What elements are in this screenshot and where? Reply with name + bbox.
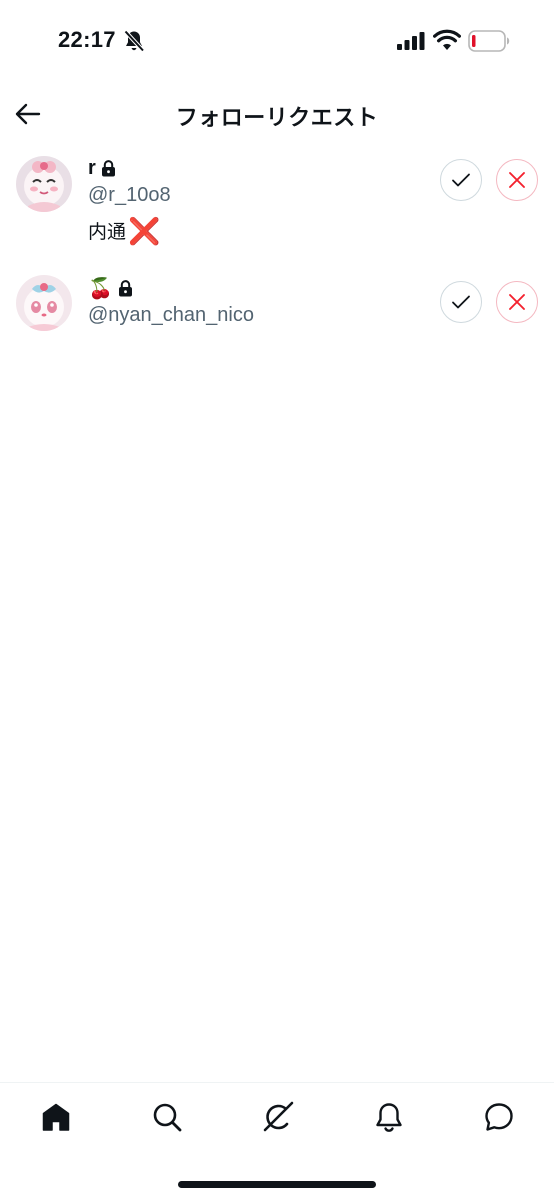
battery-icon: [468, 30, 510, 52]
accept-button[interactable]: [440, 159, 482, 201]
follow-request-item[interactable]: 🍒 @nyan_chan_nico: [0, 270, 554, 350]
nav-search[interactable]: [149, 1099, 185, 1135]
nav-home[interactable]: [38, 1099, 74, 1135]
bottom-nav: [0, 1082, 554, 1200]
home-icon: [42, 1103, 70, 1131]
bio-emoji: ❌: [128, 215, 161, 246]
avatar-image: [16, 156, 72, 212]
avatar-image: [16, 275, 72, 331]
nav-notifications[interactable]: [371, 1099, 407, 1135]
user-info[interactable]: 🍒 @nyan_chan_nico: [88, 274, 254, 327]
lock-icon: [118, 279, 132, 296]
search-icon: [153, 1103, 182, 1132]
decline-button[interactable]: [496, 281, 538, 323]
status-time: 22:17: [58, 27, 116, 52]
wifi-icon: [433, 29, 461, 50]
name-row: r: [88, 154, 171, 182]
x-icon: [509, 294, 525, 310]
x-icon: [509, 172, 525, 188]
handle: @nyan_chan_nico: [88, 304, 254, 326]
avatar[interactable]: [16, 156, 72, 212]
lock-icon: [101, 159, 115, 176]
signal-icon: [397, 32, 425, 50]
nav-messages[interactable]: [481, 1099, 517, 1135]
check-icon: [452, 295, 470, 309]
name-row: 🍒: [88, 274, 254, 302]
bell-icon: [376, 1103, 402, 1132]
follow-request-item[interactable]: r @r_10o8 内通 ❌: [0, 150, 554, 270]
nav-grok[interactable]: [260, 1099, 296, 1135]
header: フォローリクエスト: [0, 88, 554, 140]
message-icon: [485, 1103, 513, 1131]
display-name: 🍒: [88, 277, 113, 300]
home-indicator: [178, 1181, 376, 1188]
bio-text: 内通: [88, 222, 127, 243]
grok-icon: [263, 1101, 294, 1132]
avatar[interactable]: [16, 275, 72, 331]
check-icon: [452, 173, 470, 187]
accept-button[interactable]: [440, 281, 482, 323]
page-title: フォローリクエスト: [175, 105, 379, 130]
bio: 内通 ❌: [88, 217, 171, 244]
display-name: r: [88, 156, 96, 179]
decline-button[interactable]: [496, 159, 538, 201]
follow-request-list: r @r_10o8 内通 ❌ 🍒 @nyan_chan_nico: [0, 150, 554, 350]
handle: @r_10o8: [88, 184, 171, 206]
user-info[interactable]: r @r_10o8 内通 ❌: [88, 154, 171, 244]
bell-slash-icon: [124, 30, 145, 52]
status-bar: 22:17: [0, 0, 554, 84]
